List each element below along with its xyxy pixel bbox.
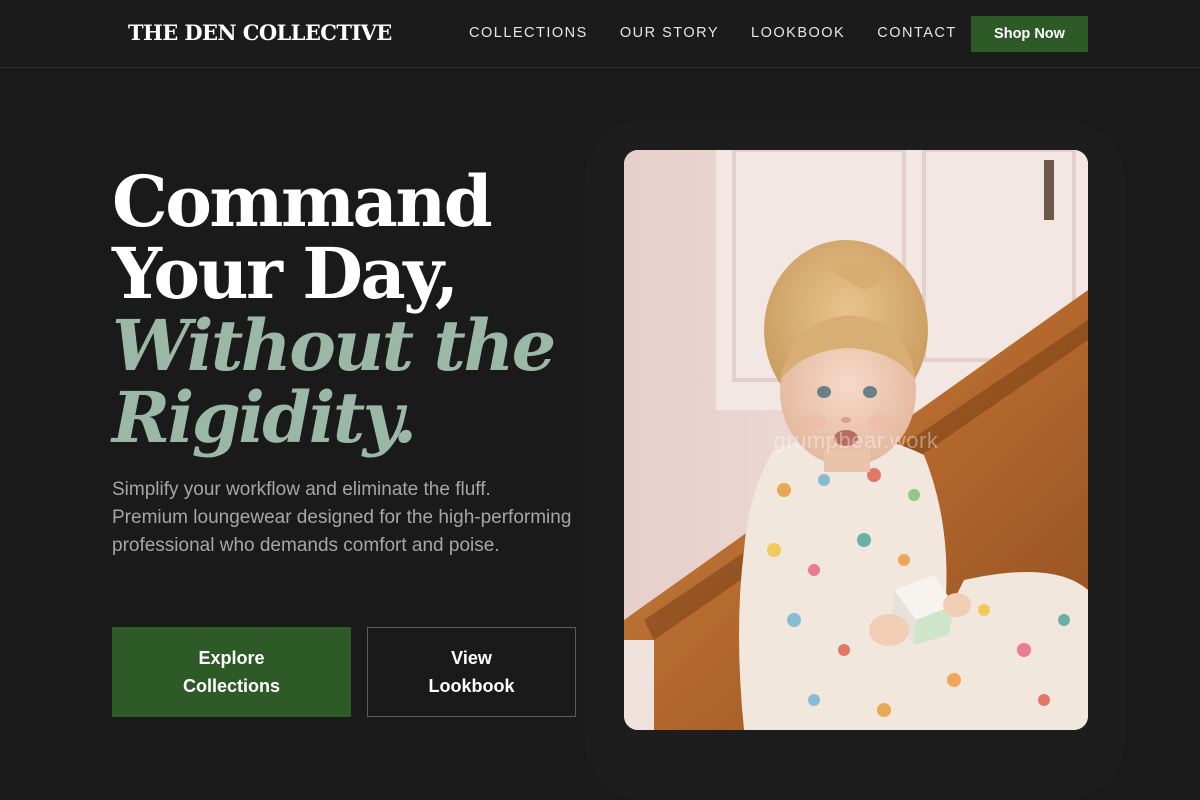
view-lookbook-button[interactable]: View Lookbook	[367, 627, 576, 717]
headline-line-2: Your Day,	[112, 232, 459, 315]
shop-now-button[interactable]: Shop Now	[971, 16, 1088, 52]
image-watermark: grumpbear.work	[773, 428, 939, 453]
site-header: THE DEN COLLECTIVE COLLECTIONS OUR STORY…	[0, 0, 1200, 68]
nav-link-collections[interactable]: COLLECTIONS	[469, 25, 588, 41]
nav-link-contact[interactable]: CONTACT	[877, 25, 957, 41]
hero-headline: Command Your Day, Without the Rigidity.	[112, 160, 556, 459]
main-nav: COLLECTIONS OUR STORY LOOKBOOK CONTACT	[469, 25, 989, 41]
headline-accent-line-2: Rigidity.	[112, 376, 417, 459]
brand-logo[interactable]: THE DEN COLLECTIVE	[128, 20, 392, 45]
hero-photo: grumpbear.work	[624, 150, 1088, 730]
hero-subtext: Simplify your workflow and eliminate the…	[112, 479, 572, 556]
nav-link-lookbook[interactable]: LOOKBOOK	[751, 25, 845, 41]
explore-collections-button[interactable]: Explore Collections	[112, 627, 351, 717]
headline-accent-line-1: Without the	[112, 304, 556, 387]
nav-link-our-story[interactable]: OUR STORY	[620, 25, 719, 41]
headline-line-1: Command	[112, 160, 493, 243]
